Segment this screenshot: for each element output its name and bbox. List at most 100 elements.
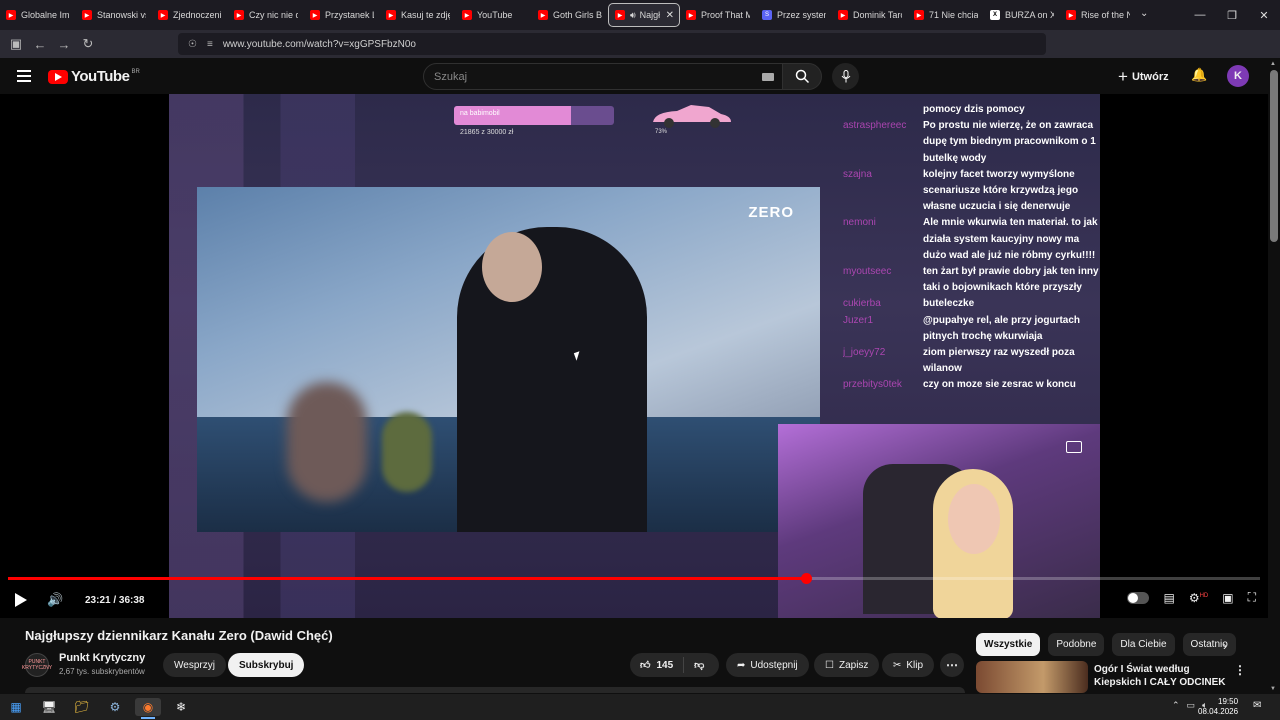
taskbar-clock[interactable]: 19:50 08.04.2026 (1198, 697, 1238, 717)
create-label: Utwórz (1131, 71, 1169, 83)
channel-avatar[interactable]: PUNKT KRYTYCZNY (22, 653, 52, 677)
video-player[interactable]: na babimobil 21865 z 30000 zł 73% ZERO p… (0, 94, 1268, 618)
browser-tab[interactable]: ▶ Globalne Imp (0, 3, 76, 27)
support-button[interactable]: Wesprzyj (163, 653, 226, 677)
sidebar-toggle-icon[interactable]: ▣ (4, 36, 28, 52)
channel-name[interactable]: Punkt Krytyczny (59, 652, 145, 664)
miniplayer-icon[interactable] (1066, 441, 1082, 453)
windows-taskbar: ▦ 🖥︎ 📁︎ ⚙ ◉ ❄ ⌃ ▭ 🔈︎ 19:50 08.04.2026 ✉ (0, 694, 1280, 720)
share-icon: ➦ (737, 659, 746, 671)
browser-tab[interactable]: ▶ Czy nic nie d (228, 3, 304, 27)
play-button[interactable] (15, 590, 27, 610)
filter-chip[interactable]: Dla Ciebie (1112, 633, 1175, 656)
back-icon[interactable]: ← (28, 37, 52, 52)
tab-label: Globalne Imp (21, 10, 70, 20)
recommendation-thumbnail[interactable] (976, 661, 1088, 693)
scroll-up-icon[interactable]: ▲ (1270, 61, 1276, 67)
autoplay-toggle[interactable] (1127, 591, 1150, 604)
streamer-face (948, 484, 1000, 554)
tab-close-icon[interactable]: ✕ (666, 10, 674, 21)
hamburger-menu-icon[interactable] (17, 70, 31, 82)
browser-tab[interactable]: X BURZA on X: (984, 3, 1060, 27)
browser-tab[interactable]: ▶ 71 Nie chciał (908, 3, 984, 27)
subscribe-button[interactable]: Subskrybuj (228, 653, 305, 677)
settings-gear-icon[interactable]: ⚙HD (1189, 591, 1208, 605)
share-button[interactable]: ➦ Udostępnij (726, 653, 809, 677)
app-icon[interactable]: 🖥︎ (40, 698, 58, 716)
account-avatar[interactable]: K (1227, 65, 1249, 87)
browser-tab[interactable]: ▶ Stanowski vs (76, 3, 152, 27)
scrollbar-thumb[interactable] (1270, 70, 1278, 242)
steam-icon[interactable]: ⚙ (106, 698, 124, 716)
forward-icon[interactable]: → (52, 37, 76, 52)
like-button[interactable]: 👍︎ 145 (630, 657, 685, 673)
save-button[interactable]: ☐ Zapisz (814, 653, 880, 677)
video-progress-bar[interactable] (8, 573, 1260, 584)
chips-next-chevron-icon[interactable]: › (1223, 639, 1227, 653)
chat-username: szajna (843, 168, 872, 180)
tray-chevron-icon[interactable]: ⌃ (1172, 700, 1180, 711)
firefox-icon[interactable]: ◉ (135, 698, 161, 719)
filter-chip[interactable]: Podobne (1048, 633, 1105, 656)
browser-tab[interactable]: ▶ Proof That M (680, 3, 756, 27)
subtitles-icon[interactable]: ▤ (1163, 591, 1174, 605)
chat-username: przebitys0tek (843, 379, 902, 391)
notifications-bell-icon[interactable]: 🔔 (1191, 67, 1207, 83)
tab-label: Zjednoczeni (173, 10, 222, 20)
browser-tab[interactable]: ▶ Zjednoczeni (152, 3, 228, 27)
browser-tab[interactable]: ▶ 🔊︎ Najgł ✕ (608, 3, 680, 27)
filter-chip[interactable]: Ostatnio (1182, 633, 1236, 656)
stream-chat: pomocy dzis pomocy astrasphereec Po prostu… (837, 94, 1100, 424)
browser-tab[interactable]: ▶ Kasuj te zdję (380, 3, 456, 27)
youtube-logo[interactable]: YouTube BR (48, 68, 140, 85)
security-shield-icon[interactable]: ☉ (188, 39, 197, 50)
search-placeholder: Szukaj (434, 71, 468, 83)
browser-tab[interactable]: ▶ Dominik Tarc (832, 3, 908, 27)
blurred-person (382, 412, 432, 492)
thumbs-up-icon: 👍︎ (640, 660, 651, 671)
thumbs-down-icon: 👎︎ (694, 660, 705, 671)
keyboard-icon[interactable] (762, 73, 774, 81)
restore-icon[interactable]: ❐ (1216, 9, 1248, 22)
browser-tab[interactable]: ▶ YouTube (456, 3, 532, 27)
chat-message: cukierba buteleczke (843, 296, 1100, 312)
description-box[interactable] (25, 687, 965, 693)
file-explorer-icon[interactable]: 📁︎ (73, 698, 91, 716)
stream-frame: na babimobil 21865 z 30000 zł 73% ZERO p… (169, 94, 1100, 618)
browser-tab[interactable]: ▶ Przystanek L (304, 3, 380, 27)
clip-button[interactable]: ✂ Klip (882, 653, 935, 677)
permissions-icon[interactable]: ≡ (207, 39, 213, 50)
fullscreen-icon[interactable]: ⛶ (1248, 590, 1256, 605)
app-icon[interactable]: ❄ (172, 698, 190, 716)
youtube-header: YouTube BR Szukaj + Utwórz 🔔 K (0, 58, 1268, 94)
notification-center-icon[interactable]: ✉ (1253, 700, 1261, 711)
tab-list-dropdown-icon[interactable]: ⌄ (1140, 8, 1148, 19)
minimize-icon[interactable]: — (1184, 9, 1216, 21)
browser-tab[interactable]: ▶ Goth Girls Bl (532, 3, 608, 27)
address-bar[interactable]: ☉ ≡ www.youtube.com/watch?v=xgGPSFbzN0o (178, 33, 1046, 55)
theater-mode-icon[interactable]: ▣ (1222, 591, 1233, 605)
recommendation-title[interactable]: Ogór I Świat według Kiepskich I CAŁY ODC… (1094, 663, 1234, 689)
reload-icon[interactable]: ↻ (76, 36, 100, 52)
network-icon[interactable]: ▭ (1187, 700, 1196, 711)
windows-start-icon[interactable]: ▦ (7, 698, 25, 716)
youtube-icon: ▶ (838, 10, 848, 20)
progress-scrubber-handle[interactable] (800, 573, 812, 584)
tab-label: Stanowski vs (97, 10, 146, 20)
page-scrollbar[interactable]: ▲ ▼ (1268, 58, 1280, 694)
search-button[interactable] (782, 63, 822, 90)
dislike-button[interactable]: 👎︎ (684, 659, 714, 671)
search-input[interactable]: Szukaj (423, 63, 783, 90)
scroll-down-icon[interactable]: ▼ (1270, 686, 1276, 692)
browser-tab[interactable]: ▶ Rise of the N (1060, 3, 1136, 27)
tab-audio-icon[interactable]: 🔊︎ (630, 10, 636, 21)
create-button[interactable]: + Utwórz (1118, 67, 1169, 87)
filter-chip[interactable]: Wszystkie (976, 633, 1041, 656)
chat-username: myoutseec (843, 266, 892, 278)
more-actions-button[interactable]: ⋯ (940, 653, 964, 677)
recommendation-more-icon[interactable]: ⋮ (1234, 663, 1246, 677)
volume-icon[interactable]: 🔊 (47, 590, 63, 610)
browser-tab[interactable]: S Przez system (756, 3, 832, 27)
voice-search-button[interactable] (832, 63, 859, 90)
close-window-icon[interactable]: ✕ (1248, 9, 1280, 22)
